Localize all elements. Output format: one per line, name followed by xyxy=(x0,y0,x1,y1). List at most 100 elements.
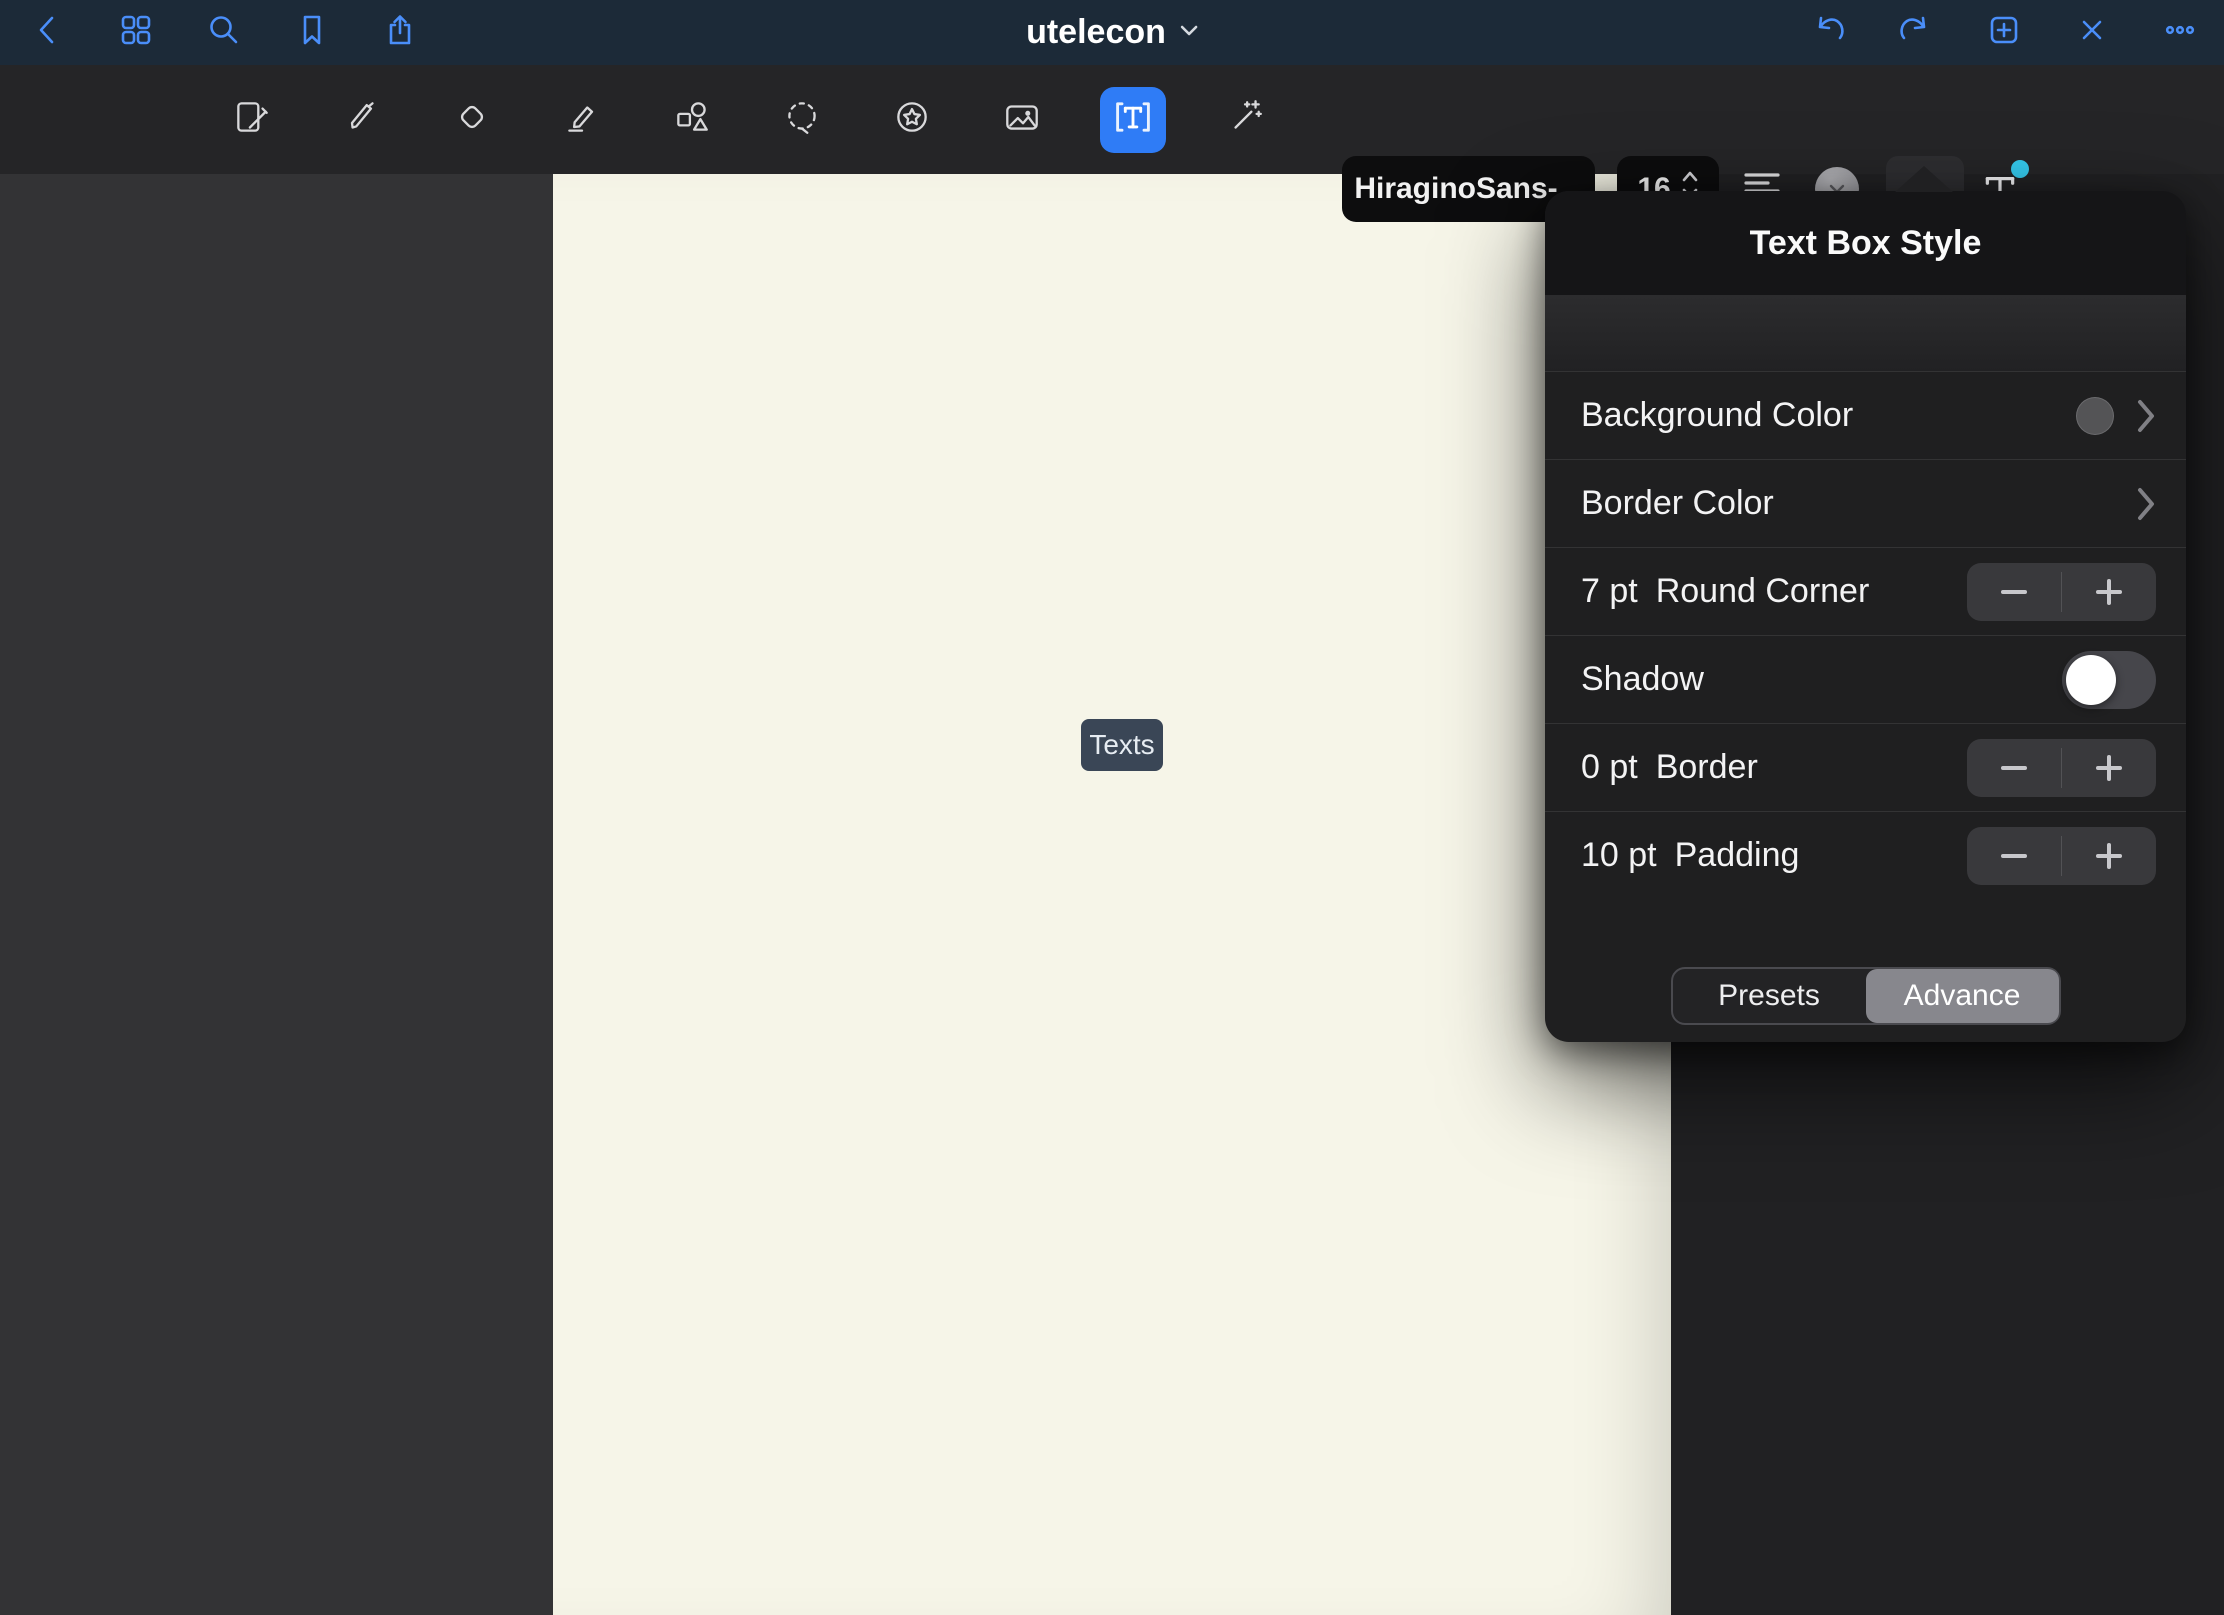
style-active-badge xyxy=(2011,160,2029,178)
undo-icon xyxy=(1810,12,1846,53)
tool-group xyxy=(220,65,1276,174)
row-shadow: Shadow xyxy=(1545,635,2186,723)
tool-lasso[interactable] xyxy=(770,88,834,152)
padding-value: 10 pt xyxy=(1581,836,1657,875)
text-tool-icon xyxy=(1111,95,1155,144)
chevron-left-icon xyxy=(30,12,66,53)
chevron-right-icon xyxy=(2136,398,2156,434)
row-controls xyxy=(2136,486,2156,522)
popup-footer: Presets Advance xyxy=(1545,967,2186,1025)
redo-icon xyxy=(1898,12,1934,53)
tools-toolbar: HiraginoSans-... 16 xyxy=(0,65,2224,174)
text-box-object[interactable]: Texts xyxy=(1081,719,1163,771)
plus-icon xyxy=(2096,579,2122,605)
padding-plus-button[interactable] xyxy=(2062,827,2156,885)
tool-text[interactable] xyxy=(1100,87,1166,153)
row-controls xyxy=(2062,651,2156,709)
document-title: utelecon xyxy=(1026,13,1166,52)
padding-minus-button[interactable] xyxy=(1967,827,2061,885)
row-controls xyxy=(1967,827,2156,885)
more-button[interactable] xyxy=(2152,5,2208,61)
image-icon xyxy=(1001,96,1043,143)
topbar-right-group xyxy=(1800,0,2208,65)
shapes-icon xyxy=(671,96,713,143)
undo-button[interactable] xyxy=(1800,5,1856,61)
close-icon xyxy=(2074,12,2110,53)
shadow-toggle[interactable] xyxy=(2062,651,2156,709)
add-page-icon xyxy=(1986,12,2022,53)
ellipsis-icon xyxy=(2162,12,2198,53)
share-icon xyxy=(382,12,418,53)
presets-button[interactable]: Presets xyxy=(1673,969,1866,1023)
pen-icon xyxy=(341,96,383,143)
plus-icon xyxy=(2096,843,2122,869)
presets-advance-segment: Presets Advance xyxy=(1671,967,2061,1025)
redo-button[interactable] xyxy=(1888,5,1944,61)
document-title-menu[interactable]: utelecon xyxy=(1026,0,1198,65)
tool-shapes[interactable] xyxy=(660,88,724,152)
search-icon xyxy=(206,12,242,53)
border-width-stepper xyxy=(1967,739,2156,797)
row-padding: 10 pt Padding xyxy=(1545,811,2186,899)
row-background-color[interactable]: Background Color xyxy=(1545,371,2186,459)
background-color-swatch xyxy=(2076,397,2114,435)
topbar-left-group xyxy=(20,0,428,65)
eraser-icon xyxy=(451,96,493,143)
row-label: Shadow xyxy=(1581,660,1704,699)
add-page-button[interactable] xyxy=(1976,5,2032,61)
minus-icon xyxy=(2001,590,2027,594)
border-plus-button[interactable] xyxy=(2062,739,2156,797)
share-button[interactable] xyxy=(372,5,428,61)
row-controls xyxy=(2076,397,2156,435)
page-edit-icon xyxy=(231,96,273,143)
app-root: utelecon xyxy=(0,0,2224,1615)
toggle-knob xyxy=(2066,655,2116,705)
row-label: Background Color xyxy=(1581,396,1853,435)
tool-highlighter[interactable] xyxy=(550,88,614,152)
bookmark-button[interactable] xyxy=(284,5,340,61)
back-button[interactable] xyxy=(20,5,76,61)
text-box-content: Texts xyxy=(1089,729,1154,761)
grid-icon xyxy=(118,12,154,53)
popup-arrow xyxy=(1895,166,1953,192)
round-corner-value: 7 pt xyxy=(1581,572,1638,611)
tool-laser-pointer[interactable] xyxy=(1212,88,1276,152)
popup-header: Text Box Style xyxy=(1545,191,2186,295)
popup-preview-band xyxy=(1545,295,2186,371)
plus-icon xyxy=(2096,755,2122,781)
laser-pointer-icon xyxy=(1223,96,1265,143)
chevron-down-icon xyxy=(1180,24,1198,42)
round-corner-minus-button[interactable] xyxy=(1967,563,2061,621)
row-controls xyxy=(1967,563,2156,621)
close-button[interactable] xyxy=(2064,5,2120,61)
round-corner-plus-button[interactable] xyxy=(2062,563,2156,621)
row-label: Border xyxy=(1656,748,1758,787)
row-label: Round Corner xyxy=(1656,572,1870,611)
row-border-color[interactable]: Border Color xyxy=(1545,459,2186,547)
tool-pan-mode[interactable] xyxy=(220,88,284,152)
thumbnail-grid-button[interactable] xyxy=(108,5,164,61)
advance-button[interactable]: Advance xyxy=(1866,969,2059,1023)
top-navigation-bar: utelecon xyxy=(0,0,2224,65)
row-border-width: 0 pt Border xyxy=(1545,723,2186,811)
row-label: Padding xyxy=(1675,836,1800,875)
row-round-corner: 7 pt Round Corner xyxy=(1545,547,2186,635)
padding-stepper xyxy=(1967,827,2156,885)
document-page[interactable]: Texts xyxy=(553,174,1671,1615)
tool-image[interactable] xyxy=(990,88,1054,152)
bookmark-icon xyxy=(294,12,330,53)
round-corner-stepper xyxy=(1967,563,2156,621)
row-label: Border Color xyxy=(1581,484,1774,523)
search-button[interactable] xyxy=(196,5,252,61)
lasso-icon xyxy=(781,96,823,143)
minus-icon xyxy=(2001,766,2027,770)
border-width-value: 0 pt xyxy=(1581,748,1638,787)
row-controls xyxy=(1967,739,2156,797)
highlighter-icon xyxy=(561,96,603,143)
tool-elements[interactable] xyxy=(880,88,944,152)
star-sticker-icon xyxy=(891,96,933,143)
text-box-style-popup: Text Box Style Background Color Border C… xyxy=(1545,191,2186,1042)
tool-eraser[interactable] xyxy=(440,88,504,152)
tool-pen[interactable] xyxy=(330,88,394,152)
border-minus-button[interactable] xyxy=(1967,739,2061,797)
